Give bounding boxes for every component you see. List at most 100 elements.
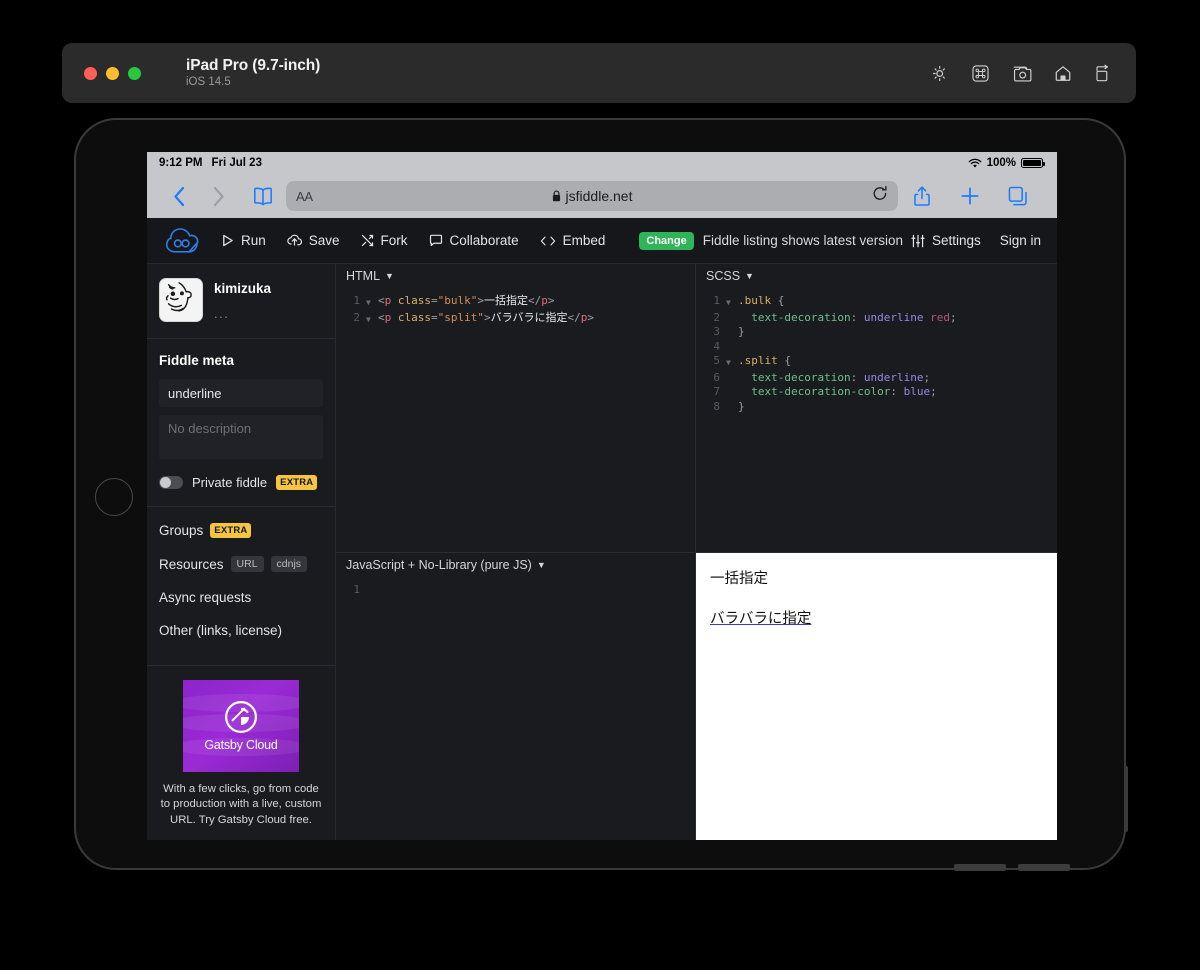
sidebar-item-groups[interactable]: Groups EXTRA [159,523,323,538]
book-icon[interactable] [240,186,286,206]
ad-banner-image[interactable]: Gatsby Cloud [183,679,299,772]
fork-button[interactable]: Fork [361,233,408,248]
result-split-paragraph: バラバラに指定 [710,610,812,627]
tabs-icon[interactable] [994,186,1042,207]
speaker-grille [1018,864,1070,871]
line-number: 1 [353,582,360,596]
collaborate-button[interactable]: Collaborate [429,233,519,248]
fold-arrow-icon[interactable] [726,371,738,373]
reload-icon[interactable] [872,185,888,207]
fold-arrow-icon[interactable] [726,385,738,387]
panes-top-row: HTML ▼ 1 ▼ <p class="bulk">一括指定</p> 2 ▼ <p cl… [336,264,1057,553]
scss-pane-header[interactable]: SCSS ▼ [696,264,1057,286]
simulator-device-name: iPad Pro (9.7-inch) [186,57,321,74]
user-block: kimizuka ... [147,264,335,339]
fold-arrow-icon[interactable]: ▼ [726,354,738,371]
line-number: 2 [713,310,720,324]
maximize-window-button[interactable] [128,66,141,80]
private-fiddle-toggle[interactable] [159,476,183,489]
cloud-upload-icon [287,234,302,246]
fold-arrow-icon[interactable] [726,340,738,342]
brightness-icon[interactable] [931,64,950,83]
html-code-editor[interactable]: 1 ▼ <p class="bulk">一括指定</p> 2 ▼ <p class="sp… [336,286,695,552]
sidebar-item-label: Resources [159,556,224,572]
fold-arrow-icon[interactable]: ▼ [726,294,738,311]
sidebar-item-label: Groups [159,523,204,538]
html-pane-title: HTML [346,269,381,283]
fold-arrow-icon[interactable]: ▼ [366,311,378,328]
html-pane-header[interactable]: HTML ▼ [336,264,695,286]
change-badge-button[interactable]: Change [639,231,694,250]
close-window-button[interactable] [84,66,97,80]
signin-button[interactable]: Sign in [1000,233,1041,248]
code-text: text-decoration-color: blue; [738,385,937,398]
jsfiddle-body: kimizuka ... Fiddle meta underline No de… [147,264,1057,840]
jsfiddle-logo[interactable] [163,226,201,256]
sidebar-item-label: Other (links, license) [159,623,283,638]
code-line: 1 ▼ <p class="bulk">一括指定</p> [336,294,695,311]
fold-arrow-icon[interactable] [726,311,738,313]
code-line: 5 ▼ .split { [696,354,1057,371]
rotate-icon[interactable] [1094,64,1112,83]
sidebar-item-resources[interactable]: Resources URL cdnjs [159,556,323,572]
ios-status-bar: 9:12 PM Fri Jul 23 100% [147,152,1057,174]
user-more-dots[interactable]: ... [214,306,271,321]
ipad-home-button[interactable] [95,478,133,516]
chevron-down-icon[interactable]: ▼ [745,271,754,281]
plus-icon[interactable] [946,186,994,206]
settings-button[interactable]: Settings [911,233,981,248]
screenshot-root: iPad Pro (9.7-inch) iOS 14.5 9:12 PM Fri… [0,0,1200,970]
avatar[interactable] [159,278,203,322]
sidebar-item-other[interactable]: Other (links, license) [159,623,323,638]
save-button[interactable]: Save [287,233,340,248]
battery-icon [1021,158,1045,168]
cdnjs-badge[interactable]: cdnjs [270,556,308,572]
fiddle-title-input[interactable]: underline [159,379,323,407]
window-controls[interactable] [84,66,141,80]
fold-arrow-icon[interactable] [366,583,378,585]
user-info: kimizuka ... [214,278,271,321]
fold-arrow-icon[interactable] [726,325,738,327]
code-text: <p class="split">バラバラに指定</p> [378,310,594,324]
embed-button[interactable]: Embed [540,233,605,248]
js-pane-header[interactable]: JavaScript + No-Library (pure JS) ▼ [336,553,695,575]
scss-code-editor[interactable]: 1 ▼ .bulk {2 text-decoration: underline re… [696,286,1057,552]
chevron-left-icon[interactable] [162,186,196,207]
code-text: text-decoration: underline red; [738,310,957,324]
code-text: <p class="bulk">一括指定</p> [378,294,555,307]
collaborate-label: Collaborate [449,233,519,248]
fold-arrow-icon[interactable]: ▼ [366,294,378,311]
fold-arrow-icon[interactable] [726,400,738,402]
url-text: jsfiddle.net [565,188,633,204]
sidebar: kimizuka ... Fiddle meta underline No de… [147,264,336,840]
code-brackets-icon [540,236,555,245]
chevron-right-icon[interactable] [196,186,240,207]
share-icon[interactable] [898,185,946,207]
extra-badge: EXTRA [276,475,318,490]
sidebar-item-async-requests[interactable]: Async requests [159,590,323,605]
run-button[interactable]: Run [221,233,266,248]
command-icon[interactable] [971,64,990,83]
safari-address-bar[interactable]: AA jsfiddle.net [286,181,898,211]
line-number: 2 [353,310,360,324]
jsfiddle-app: Run Save Fork Collaborate Embed Change F… [147,218,1057,840]
js-code-editor[interactable]: 1 [336,575,695,841]
sidebar-nav: Groups EXTRA Resources URL cdnjs Async r… [147,507,335,665]
scss-pane-title: SCSS [706,269,741,283]
panes-bottom-row: JavaScript + No-Library (pure JS) ▼ 1 一括… [336,552,1057,841]
minimize-window-button[interactable] [106,66,119,80]
chevron-down-icon[interactable]: ▼ [385,271,394,281]
home-icon[interactable] [1053,64,1073,83]
volume-button[interactable] [1124,766,1128,832]
code-line: 4 [696,340,1057,355]
simulator-os-version: iOS 14.5 [186,76,231,88]
chevron-down-icon[interactable]: ▼ [537,560,546,570]
url-badge[interactable]: URL [230,556,264,572]
private-fiddle-row[interactable]: Private fiddle EXTRA [159,475,323,490]
fiddle-description-input[interactable]: No description [159,415,323,459]
chat-icon [429,234,442,247]
jsfiddle-topbar: Run Save Fork Collaborate Embed Change F… [147,218,1057,264]
sidebar-ad[interactable]: Gatsby Cloud With a few clicks, go from … [147,664,335,841]
result-output: 一括指定 バラバラに指定 [696,553,1057,666]
screenshot-icon[interactable] [1011,64,1032,83]
